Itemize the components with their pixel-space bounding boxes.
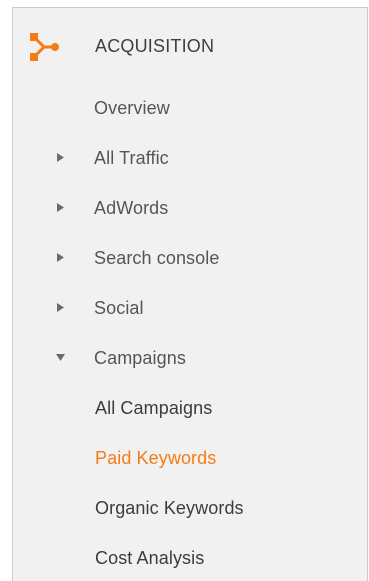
nav-item-label: Overview — [94, 98, 170, 118]
section-title: ACQUISITION — [95, 36, 215, 56]
acquisition-section-header[interactable]: ACQUISITION — [13, 28, 367, 64]
nav-item-label: Search console — [94, 248, 220, 268]
nav-item-label: Campaigns — [94, 348, 186, 368]
nav-item-social[interactable]: Social — [13, 290, 367, 326]
caret-right-icon — [57, 303, 64, 312]
subnav-item-label: Paid Keywords — [95, 448, 217, 468]
caret-right-icon — [57, 203, 64, 212]
acquisition-branch-icon — [30, 33, 59, 61]
caret-down-icon — [56, 354, 65, 361]
nav-item-overview[interactable]: Overview — [13, 90, 367, 126]
nav-item-label: All Traffic — [94, 148, 169, 168]
nav-item-label: AdWords — [94, 198, 169, 218]
subnav-item-label: Cost Analysis — [95, 548, 205, 568]
subnav-item-cost-analysis[interactable]: Cost Analysis — [13, 540, 367, 576]
subnav-item-label: Organic Keywords — [95, 498, 244, 518]
caret-right-icon — [57, 153, 64, 162]
subnav-item-all-campaigns[interactable]: All Campaigns — [13, 390, 367, 426]
nav-item-search-console[interactable]: Search console — [13, 240, 367, 276]
subnav-item-organic-keywords[interactable]: Organic Keywords — [13, 490, 367, 526]
nav-item-campaigns[interactable]: Campaigns — [13, 340, 367, 376]
nav-item-all-traffic[interactable]: All Traffic — [13, 140, 367, 176]
acquisition-nav-panel: ACQUISITION Overview All Traffic AdWords… — [12, 7, 368, 581]
caret-right-icon — [57, 253, 64, 262]
subnav-item-label: All Campaigns — [95, 398, 213, 418]
subnav-item-paid-keywords[interactable]: Paid Keywords — [13, 440, 367, 476]
nav-item-label: Social — [94, 298, 144, 318]
nav-item-adwords[interactable]: AdWords — [13, 190, 367, 226]
